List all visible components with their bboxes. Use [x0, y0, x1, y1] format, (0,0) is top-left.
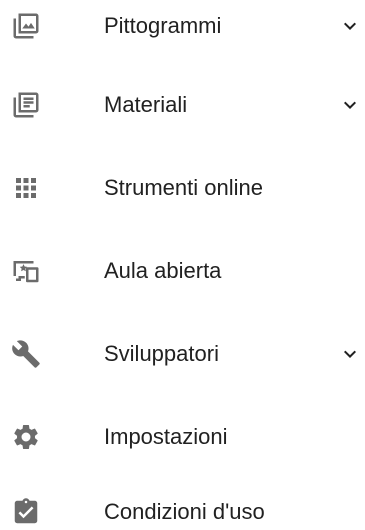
chevron-down-icon[interactable]: [338, 342, 362, 366]
menu-item-label: Sviluppatori: [104, 341, 219, 366]
menu-item-label: Aula abierta: [104, 258, 222, 283]
menu-item-label: Pittogrammi: [104, 13, 222, 38]
side-menu: Pittogrammi Materiali Strumenti online A…: [0, 0, 365, 530]
menu-item-materiali[interactable]: Materiali: [0, 79, 365, 139]
menu-item-strumenti-online[interactable]: Strumenti online: [0, 162, 365, 222]
chevron-down-icon[interactable]: [338, 93, 362, 117]
menu-item-label: Condizioni d'uso: [104, 499, 265, 524]
clipboard-check-icon: [11, 497, 41, 527]
menu-item-sviluppatori[interactable]: Sviluppatori: [0, 328, 365, 388]
library-books-icon: [11, 90, 41, 120]
gear-icon: [11, 422, 41, 452]
menu-item-impostazioni[interactable]: Impostazioni: [0, 411, 365, 471]
menu-item-label: Materiali: [104, 92, 188, 117]
menu-item-pittogrammi[interactable]: Pittogrammi: [0, 0, 365, 60]
menu-item-aula-abierta[interactable]: Aula abierta: [0, 245, 365, 305]
photo-library-icon: [11, 11, 41, 41]
grid-apps-icon: [11, 173, 41, 203]
devices-star-icon: [11, 256, 41, 286]
chevron-down-icon[interactable]: [338, 14, 362, 38]
menu-item-condizioni-uso[interactable]: Condizioni d'uso: [0, 486, 365, 530]
menu-item-label: Strumenti online: [104, 175, 263, 200]
wrench-icon: [11, 339, 41, 369]
menu-item-label: Impostazioni: [104, 424, 228, 449]
